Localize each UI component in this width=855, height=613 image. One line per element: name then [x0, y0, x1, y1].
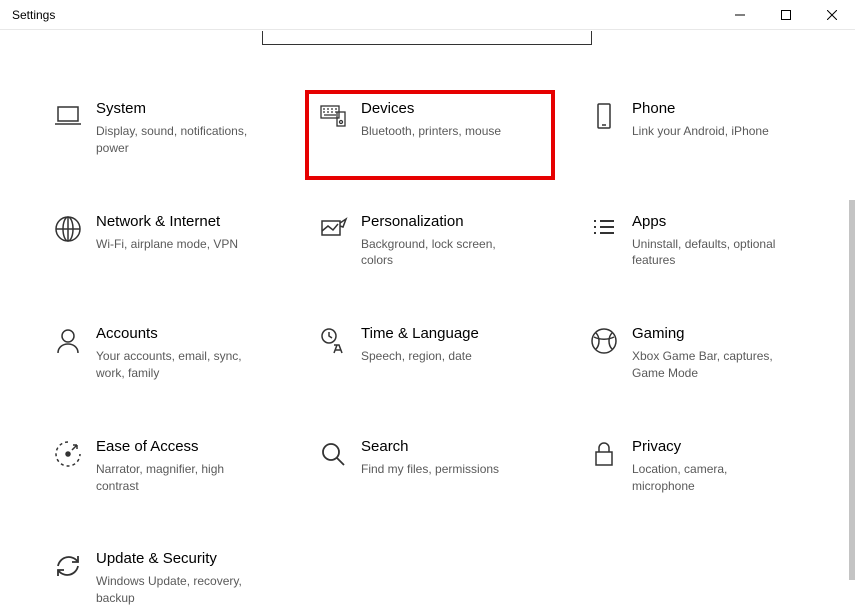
tile-title: Phone: [632, 100, 769, 118]
tile-accounts[interactable]: Accounts Your accounts, email, sync, wor…: [46, 325, 303, 382]
tile-desc: Find my files, permissions: [361, 461, 499, 478]
tile-desc: Narrator, magnifier, high contrast: [96, 461, 256, 495]
tile-system[interactable]: System Display, sound, notifications, po…: [46, 100, 303, 157]
ease-icon: [46, 438, 90, 482]
maximize-icon: [781, 10, 791, 20]
tile-title: Devices: [361, 100, 501, 118]
tile-desc: Uninstall, defaults, optional features: [632, 236, 792, 270]
tile-desc: Windows Update, recovery, backup: [96, 573, 256, 607]
tile-personalization[interactable]: Personalization Background, lock screen,…: [311, 213, 574, 270]
tile-title: Ease of Access: [96, 438, 256, 456]
time-language-icon: [311, 325, 355, 369]
tile-privacy[interactable]: Privacy Location, camera, microphone: [582, 438, 842, 495]
minimize-button[interactable]: [717, 0, 763, 30]
tile-desc: Speech, region, date: [361, 348, 479, 365]
person-icon: [46, 325, 90, 369]
tile-devices[interactable]: Devices Bluetooth, printers, mouse: [311, 100, 574, 157]
tile-title: Search: [361, 438, 499, 456]
tile-desc: Display, sound, notifications, power: [96, 123, 256, 157]
tile-network[interactable]: Network & Internet Wi-Fi, airplane mode,…: [46, 213, 303, 270]
tile-title: System: [96, 100, 256, 118]
scrollbar[interactable]: [849, 200, 855, 580]
globe-icon: [46, 213, 90, 257]
tile-time[interactable]: Time & Language Speech, region, date: [311, 325, 574, 382]
tile-desc: Xbox Game Bar, captures, Game Mode: [632, 348, 792, 382]
tile-title: Accounts: [96, 325, 256, 343]
tile-apps[interactable]: Apps Uninstall, defaults, optional featu…: [582, 213, 842, 270]
update-icon: [46, 550, 90, 594]
tile-desc: Location, camera, microphone: [632, 461, 792, 495]
tile-desc: Wi-Fi, airplane mode, VPN: [96, 236, 238, 253]
paint-icon: [311, 213, 355, 257]
tile-title: Update & Security: [96, 550, 256, 568]
tile-desc: Link your Android, iPhone: [632, 123, 769, 140]
apps-icon: [582, 213, 626, 257]
window-title: Settings: [12, 8, 55, 22]
search-icon: [311, 438, 355, 482]
tile-search[interactable]: Search Find my files, permissions: [311, 438, 574, 495]
tile-title: Time & Language: [361, 325, 479, 343]
tile-phone[interactable]: Phone Link your Android, iPhone: [582, 100, 842, 157]
phone-icon: [582, 100, 626, 144]
tile-desc: Your accounts, email, sync, work, family: [96, 348, 256, 382]
settings-grid: System Display, sound, notifications, po…: [46, 100, 826, 607]
maximize-button[interactable]: [763, 0, 809, 30]
laptop-icon: [46, 100, 90, 144]
gaming-icon: [582, 325, 626, 369]
close-icon: [827, 10, 837, 20]
tile-title: Network & Internet: [96, 213, 238, 231]
tile-desc: Background, lock screen, colors: [361, 236, 521, 270]
window-controls: [717, 0, 855, 30]
tile-update[interactable]: Update & Security Windows Update, recove…: [46, 550, 303, 607]
devices-icon: [311, 100, 355, 144]
tile-title: Personalization: [361, 213, 521, 231]
tile-ease-of-access[interactable]: Ease of Access Narrator, magnifier, high…: [46, 438, 303, 495]
tile-desc: Bluetooth, printers, mouse: [361, 123, 501, 140]
lock-icon: [582, 438, 626, 482]
tile-title: Gaming: [632, 325, 792, 343]
tile-title: Apps: [632, 213, 792, 231]
close-button[interactable]: [809, 0, 855, 30]
minimize-icon: [735, 10, 745, 20]
search-input[interactable]: [262, 31, 592, 45]
titlebar: Settings: [0, 0, 855, 30]
tile-title: Privacy: [632, 438, 792, 456]
tile-gaming[interactable]: Gaming Xbox Game Bar, captures, Game Mod…: [582, 325, 842, 382]
